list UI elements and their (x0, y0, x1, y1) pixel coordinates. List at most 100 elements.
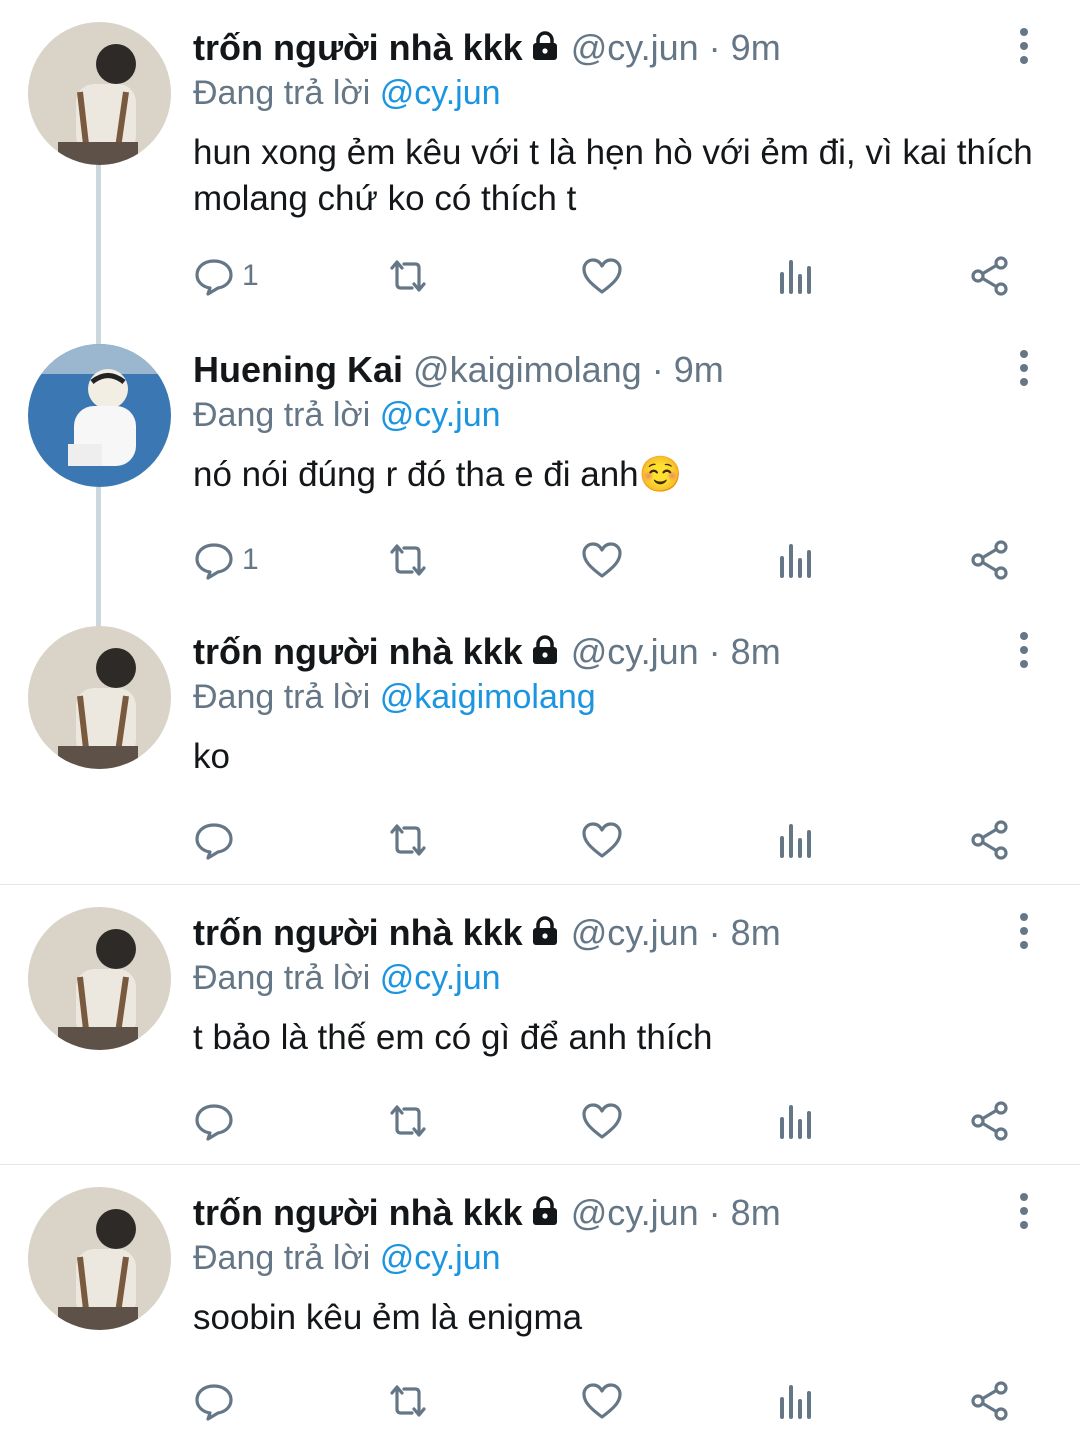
share-button[interactable] (968, 816, 1012, 864)
timestamp[interactable]: 9m (674, 349, 724, 390)
share-icon (971, 540, 1008, 580)
like-button[interactable] (580, 1097, 624, 1145)
reply-icon (195, 823, 233, 860)
avatar[interactable] (28, 22, 171, 165)
timestamp[interactable]: 8m (731, 912, 781, 953)
tweet[interactable]: Huening Kai @kaigimolang · 9m Đang trả l… (0, 322, 1080, 627)
retweet-button[interactable] (386, 816, 430, 864)
timestamp[interactable]: 8m (731, 1192, 781, 1233)
more-icon[interactable] (1012, 350, 1036, 390)
tweet[interactable]: trốn người nhà kkk @cy.jun · 8m Đang trả… (0, 884, 1080, 1164)
retweet-icon (390, 824, 426, 856)
like-icon (582, 1383, 622, 1419)
separator-dot: · (708, 1192, 721, 1233)
handle[interactable]: @cy.jun (571, 1192, 699, 1233)
more-icon[interactable] (1012, 632, 1036, 672)
more-icon[interactable] (1012, 1193, 1036, 1233)
share-button[interactable] (968, 536, 1012, 584)
display-name[interactable]: trốn người nhà kkk (193, 1192, 523, 1233)
reply-button[interactable] (192, 1377, 242, 1425)
stats-button[interactable] (774, 1097, 818, 1145)
reply-count: 1 (242, 543, 259, 576)
tweet[interactable]: trốn người nhà kkk @cy.jun · 8m Đang trả… (0, 604, 1080, 884)
display-name[interactable]: trốn người nhà kkk (193, 631, 523, 672)
lock-icon (529, 1191, 561, 1239)
handle[interactable]: @cy.jun (571, 631, 699, 672)
avatar[interactable] (28, 626, 171, 769)
like-button[interactable] (580, 536, 624, 584)
share-button[interactable] (968, 1097, 1012, 1145)
reply-prefix: Đang trả lời (193, 74, 371, 112)
like-icon (582, 258, 622, 294)
tweet-actions (0, 1377, 1080, 1433)
like-icon (582, 822, 622, 858)
reply-button[interactable]: 1 (192, 536, 259, 584)
reply-prefix: Đang trả lời (193, 959, 371, 997)
tweet-text: t bảo là thế em có gì để anh thích (193, 1018, 713, 1057)
share-icon (971, 1381, 1008, 1421)
reply-icon (195, 1104, 233, 1141)
display-name[interactable]: trốn người nhà kkk (193, 912, 523, 953)
lock-icon (529, 26, 561, 74)
reply-context: Đang trả lời @kaigimolang (193, 674, 596, 720)
reply-icon (195, 543, 233, 580)
more-icon[interactable] (1012, 28, 1036, 68)
tweet-text: soobin kêu ẻm là enigma (193, 1298, 583, 1337)
like-button[interactable] (580, 1377, 624, 1425)
reply-button[interactable] (192, 816, 242, 864)
retweet-icon (390, 1385, 426, 1417)
reply-to-link[interactable]: @kaigimolang (380, 678, 596, 716)
lock-icon (529, 630, 561, 678)
lock-icon (529, 911, 561, 959)
avatar[interactable] (28, 344, 171, 487)
like-icon (582, 1103, 622, 1139)
display-name[interactable]: Huening Kai (193, 349, 403, 390)
reply-to-link[interactable]: @cy.jun (380, 1239, 501, 1277)
handle[interactable]: @kaigimolang (413, 349, 642, 390)
stats-icon (780, 824, 811, 858)
reply-button[interactable] (192, 1097, 242, 1145)
separator-dot: · (708, 631, 721, 672)
like-icon (582, 542, 622, 578)
share-icon (971, 820, 1008, 860)
retweet-icon (390, 260, 426, 292)
handle[interactable]: @cy.jun (571, 912, 699, 953)
more-icon[interactable] (1012, 913, 1036, 953)
display-name[interactable]: trốn người nhà kkk (193, 27, 523, 68)
tweet-header: trốn người nhà kkk @cy.jun · 8m (193, 909, 781, 959)
stats-icon (780, 260, 811, 294)
thread-line (96, 604, 101, 626)
tweet[interactable]: trốn người nhà kkk @cy.jun · 9m Đang trả… (0, 0, 1080, 355)
tweet-actions (0, 816, 1080, 872)
reply-button[interactable]: 1 (192, 252, 259, 300)
reply-context: Đang trả lời @cy.jun (193, 1235, 501, 1281)
reply-to-link[interactable]: @cy.jun (380, 74, 501, 112)
avatar[interactable] (28, 1187, 171, 1330)
reply-to-link[interactable]: @cy.jun (380, 959, 501, 997)
share-button[interactable] (968, 252, 1012, 300)
handle[interactable]: @cy.jun (571, 27, 699, 68)
reply-to-link[interactable]: @cy.jun (380, 396, 501, 434)
retweet-button[interactable] (386, 536, 430, 584)
stats-button[interactable] (774, 1377, 818, 1425)
tweet-text: hun xong ẻm kêu với t là hẹn hò với ẻm đ… (193, 133, 1033, 218)
timestamp[interactable]: 9m (731, 27, 781, 68)
tweet[interactable]: trốn người nhà kkk @cy.jun · 8m Đang trả… (0, 1164, 1080, 1442)
avatar[interactable] (28, 907, 171, 1050)
retweet-button[interactable] (386, 1097, 430, 1145)
share-button[interactable] (968, 1377, 1012, 1425)
stats-button[interactable] (774, 816, 818, 864)
like-button[interactable] (580, 252, 624, 300)
stats-button[interactable] (774, 252, 818, 300)
timestamp[interactable]: 8m (731, 631, 781, 672)
reply-prefix: Đang trả lời (193, 396, 371, 434)
reply-prefix: Đang trả lời (193, 678, 371, 716)
stats-icon (780, 1385, 811, 1419)
retweet-button[interactable] (386, 252, 430, 300)
reply-prefix: Đang trả lời (193, 1239, 371, 1277)
stats-button[interactable] (774, 536, 818, 584)
like-button[interactable] (580, 816, 624, 864)
tweet-actions (0, 1097, 1080, 1153)
retweet-button[interactable] (386, 1377, 430, 1425)
reply-context: Đang trả lời @cy.jun (193, 955, 501, 1001)
